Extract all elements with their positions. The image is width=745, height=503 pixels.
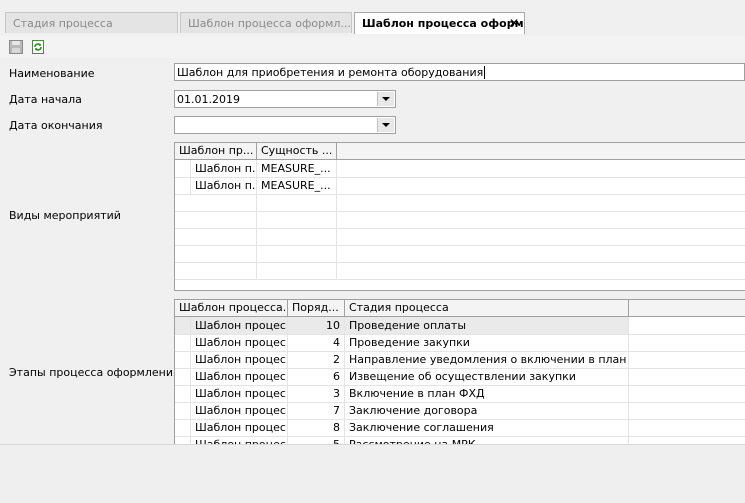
- stages-label: Этапы процесса оформления: [9, 366, 180, 379]
- table-cell: Шаблон процес...: [191, 385, 288, 402]
- empty-row: [175, 211, 745, 229]
- table-cell: MEASURE_...: [257, 177, 337, 194]
- tab-process-template-1[interactable]: Шаблон процесса оформл...: [180, 12, 352, 33]
- table-row[interactable]: Шаблон процес... 10 Проведение оплаты: [175, 317, 745, 335]
- refresh-icon[interactable]: [30, 39, 46, 55]
- table-cell: 8: [288, 419, 345, 436]
- name-field[interactable]: Шаблон для приобретения и ремонта оборуд…: [174, 63, 745, 81]
- column-header[interactable]: Стадия процесса: [345, 300, 629, 316]
- table-row[interactable]: Шаблон процес... 4 Проведение закупки: [175, 334, 745, 352]
- column-header[interactable]: Поряд...: [288, 300, 345, 316]
- table-cell: Шаблон процес...: [191, 402, 288, 419]
- table-cell: 6: [288, 368, 345, 385]
- tab-label: Шаблон процесса оформл...: [188, 17, 351, 30]
- stages-grid[interactable]: Шаблон процесса... Поряд... Стадия проце…: [174, 299, 745, 446]
- save-icon[interactable]: [8, 39, 24, 55]
- table-row[interactable]: Шаблон процес... 6 Извещение об осуществ…: [175, 368, 745, 386]
- table-cell: 3: [288, 385, 345, 402]
- table-cell: Включение в план ФХД: [345, 385, 629, 402]
- table-cell: Шаблон процес...: [191, 351, 288, 368]
- chevron-down-icon[interactable]: [377, 92, 394, 106]
- column-header[interactable]: Шаблон процесса...: [175, 300, 288, 316]
- grid-header: Шаблон пр... Сущность ...: [175, 143, 745, 160]
- table-cell: Шаблон процес...: [191, 317, 288, 334]
- grid-header: Шаблон процесса... Поряд... Стадия проце…: [175, 300, 745, 317]
- table-row[interactable]: Шаблон процес... 3 Включение в план ФХД: [175, 385, 745, 403]
- table-cell: Шаблон процес...: [191, 368, 288, 385]
- bottom-panel: [0, 444, 745, 503]
- tab-process-stage[interactable]: Стадия процесса: [5, 12, 178, 33]
- table-cell: 4: [288, 334, 345, 351]
- table-cell: 10: [288, 317, 345, 334]
- table-cell: Шаблон процес...: [191, 334, 288, 351]
- table-row[interactable]: Шаблон п... MEASURE_...: [175, 160, 745, 178]
- empty-row: [175, 245, 745, 263]
- table-cell: Заключение договора: [345, 402, 629, 419]
- table-row[interactable]: Шаблон процес... 8 Заключение соглашения: [175, 419, 745, 437]
- table-cell: Заключение соглашения: [345, 419, 629, 436]
- table-cell: 2: [288, 351, 345, 368]
- close-icon[interactable]: ✕: [509, 16, 519, 30]
- form-content: Наименование Шаблон для приобретения и р…: [0, 58, 745, 503]
- tab-process-template-2[interactable]: Шаблон процесса оформ... ✕: [354, 12, 525, 34]
- activities-grid[interactable]: Шаблон пр... Сущность ... Шаблон п... ME…: [174, 142, 745, 291]
- start-date-picker[interactable]: 01.01.2019: [174, 90, 396, 108]
- toolbar: [0, 36, 745, 58]
- start-date-value: 01.01.2019: [177, 93, 240, 106]
- tab-label: Стадия процесса: [13, 17, 113, 30]
- tab-strip: Стадия процесса Шаблон процесса оформл..…: [0, 0, 745, 37]
- table-cell: Направление уведомления о включении в пл…: [345, 351, 629, 368]
- name-label: Наименование: [9, 67, 95, 80]
- start-date-label: Дата начала: [9, 93, 82, 106]
- table-cell: Шаблон п...: [191, 177, 257, 194]
- empty-row: [175, 228, 745, 246]
- activities-label: Виды мероприятий: [9, 209, 121, 222]
- column-header[interactable]: Шаблон пр...: [175, 143, 257, 159]
- table-row[interactable]: Шаблон процес... 7 Заключение договора: [175, 402, 745, 420]
- table-cell: Извещение об осуществлении закупки: [345, 368, 629, 385]
- end-date-label: Дата окончания: [9, 119, 103, 132]
- chevron-down-icon[interactable]: [377, 118, 394, 132]
- table-cell: 7: [288, 402, 345, 419]
- table-cell: MEASURE_...: [257, 160, 337, 177]
- table-cell: Шаблон п...: [191, 160, 257, 177]
- name-value: Шаблон для приобретения и ремонта оборуд…: [177, 66, 484, 79]
- empty-row: [175, 262, 745, 280]
- table-cell: Проведение закупки: [345, 334, 629, 351]
- column-header[interactable]: Сущность ...: [257, 143, 337, 159]
- table-cell: Шаблон процес...: [191, 419, 288, 436]
- empty-row: [175, 194, 745, 212]
- table-row[interactable]: Шаблон п... MEASURE_...: [175, 177, 745, 195]
- table-cell: Проведение оплаты: [345, 317, 629, 334]
- tab-label: Шаблон процесса оформ...: [362, 17, 525, 30]
- table-row[interactable]: Шаблон процес... 2 Направление уведомлен…: [175, 351, 745, 369]
- end-date-picker[interactable]: [174, 116, 396, 134]
